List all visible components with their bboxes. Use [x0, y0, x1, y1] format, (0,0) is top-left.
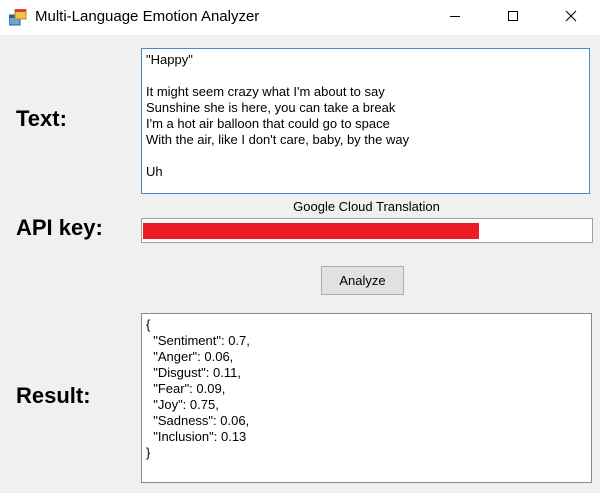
text-line: [146, 68, 585, 84]
minimize-button[interactable]: [432, 0, 478, 35]
result-line: "Sadness": 0.06,: [146, 413, 250, 428]
result-line: "Disgust": 0.11,: [146, 365, 241, 380]
api-key-redaction: [143, 223, 479, 239]
analyze-button[interactable]: Analyze: [321, 266, 404, 295]
result-line: "Fear": 0.09,: [146, 381, 226, 396]
result-line: "Joy": 0.75,: [146, 397, 219, 412]
text-input[interactable]: "Happy" It might seem crazy what I'm abo…: [141, 48, 590, 194]
maximize-button[interactable]: [490, 0, 536, 35]
text-label: Text:: [16, 106, 67, 131]
text-line: "Happy": [146, 52, 193, 67]
result-line: "Inclusion": 0.13: [146, 429, 247, 444]
result-label: Result:: [16, 383, 91, 408]
result-line: "Sentiment": 0.7,: [146, 333, 250, 348]
result-output[interactable]: { "Sentiment": 0.7, "Anger": 0.06, "Disg…: [141, 313, 592, 483]
text-line: Uh: [146, 164, 163, 179]
text-line: I'm a hot air balloon that could go to s…: [146, 116, 390, 131]
api-key-input[interactable]: [141, 218, 593, 243]
text-line: [146, 148, 585, 164]
maximize-icon: [507, 9, 519, 27]
text-line: With the air, like I don't care, baby, b…: [146, 132, 410, 147]
api-key-label: API key:: [16, 215, 103, 240]
minimize-icon: [449, 9, 461, 27]
title-bar: Multi-Language Emotion Analyzer: [0, 0, 600, 35]
result-line: {: [146, 317, 151, 332]
close-icon: [565, 9, 577, 27]
result-line: "Anger": 0.06,: [146, 349, 234, 364]
text-line: Sunshine she is here, you can take a bre…: [146, 100, 396, 115]
api-provider-caption: Google Cloud Translation: [293, 199, 440, 214]
text-line: It might seem crazy what I'm about to sa…: [146, 84, 385, 99]
app-window-icon: [8, 8, 27, 26]
close-button[interactable]: [548, 0, 594, 35]
result-line: }: [146, 445, 151, 460]
app-window: Multi-Language Emotion Analyzer Text: AP…: [0, 0, 600, 493]
window-title: Multi-Language Emotion Analyzer: [35, 8, 260, 25]
